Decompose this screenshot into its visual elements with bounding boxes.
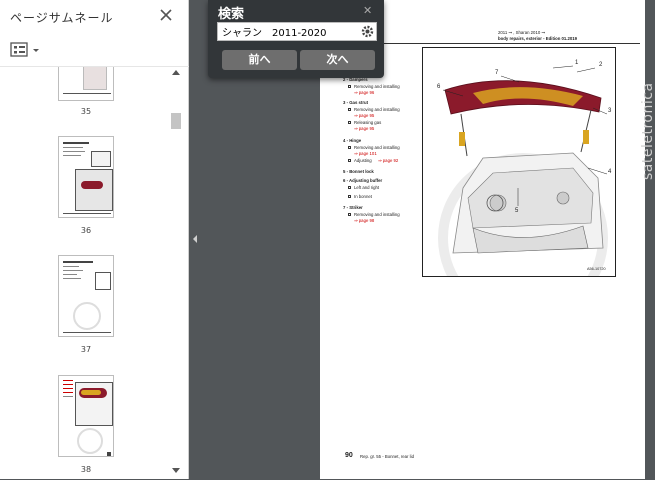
callout-2: 2 (599, 62, 603, 68)
link[interactable]: ⇒ page 95 (354, 113, 374, 119)
item-title: 3 - Gas strut (343, 100, 369, 105)
page-number: 37 (80, 345, 92, 354)
watermark-text: sateletronica (640, 82, 655, 180)
close-icon[interactable] (159, 8, 173, 22)
bullet (348, 213, 351, 216)
thumbnail-page[interactable] (58, 255, 114, 337)
thumbnail-sidebar: ページサムネール 35 36 37 38 (0, 0, 189, 479)
bullet (348, 159, 351, 162)
item-title: 6 - Adjusting buffer (343, 178, 383, 183)
previous-button[interactable]: 前へ (222, 50, 297, 70)
collapse-sidebar-icon[interactable] (191, 233, 199, 245)
close-icon[interactable]: ✕ (363, 4, 372, 17)
thumbnail-page[interactable] (58, 136, 114, 218)
link[interactable]: ⇒ page 96 (354, 90, 374, 96)
bullet (348, 108, 351, 111)
thumbnail-options-icon[interactable] (10, 41, 44, 59)
callout-6: 6 (437, 84, 441, 90)
search-input[interactable] (217, 22, 377, 41)
item-sub: Adjusting (354, 158, 372, 163)
item-sub: In bonnet (354, 194, 372, 199)
footer-text: Rep. gr. 55 - Bonnet, rear lid (360, 454, 414, 459)
page-number: 35 (80, 107, 92, 116)
car-bonnet-illustration (438, 65, 608, 276)
page-header-line2: body repairs, exterior - Edition 01.2019 (498, 36, 578, 41)
bullet (348, 85, 351, 88)
item-sub: Left and right (354, 185, 380, 190)
item-sub: Removing and installing (354, 84, 400, 89)
item-title: 7 - Striker (343, 205, 363, 210)
item-title: 5 - Bonnet lock (343, 169, 374, 174)
bullet (348, 121, 351, 124)
item-sub: Releasing gas (354, 120, 382, 125)
item-sub: Removing and installing (354, 107, 400, 112)
thumbnail-list[interactable]: 35 36 37 38 (0, 66, 189, 480)
page-number: 36 (80, 226, 92, 235)
bullet (348, 186, 351, 189)
thumbnail-page[interactable] (58, 67, 114, 101)
bullet (348, 146, 351, 149)
sidebar-scrollbar[interactable] (170, 66, 182, 479)
item-sub: Removing and installing (354, 145, 400, 150)
next-button[interactable]: 次へ (300, 50, 375, 70)
callout-4: 4 (608, 169, 612, 175)
item-sub: Removing and installing (354, 212, 400, 217)
footer-page-number: 90 (345, 452, 353, 459)
callout-1: 1 (575, 60, 579, 66)
gear-icon[interactable] (361, 25, 374, 38)
figure-code: A56-10720 (587, 267, 606, 271)
search-title: 検索 (218, 7, 245, 22)
link[interactable]: ⇒ page 98 (354, 218, 374, 224)
link[interactable]: ⇒ page 92 (378, 158, 398, 164)
item-title: 4 - Hinge (343, 138, 362, 143)
link[interactable]: ⇒ page 95 (354, 126, 374, 132)
callout-3: 3 (608, 108, 612, 114)
search-panel: 検索 ✕ 前へ 次へ (208, 0, 384, 78)
link[interactable]: ⇒ page 101 (354, 151, 377, 157)
thumbnail-page[interactable] (58, 375, 114, 457)
figure-frame: 1 2 3 4 5 6 7 A56-10720 (422, 47, 616, 277)
sidebar-title: ページサムネール (10, 11, 114, 25)
callout-5: 5 (515, 208, 519, 214)
sidebar-header: ページサムネール (0, 0, 189, 34)
page-number: 38 (80, 465, 92, 474)
callout-7: 7 (495, 70, 499, 76)
bullet (348, 195, 351, 198)
